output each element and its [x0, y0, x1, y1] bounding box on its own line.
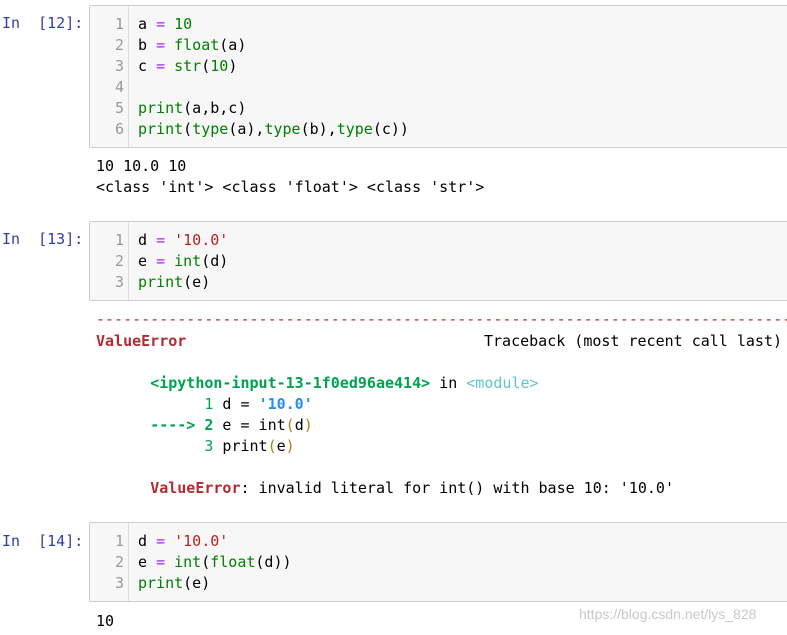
traceback-marker: [150, 437, 204, 455]
cell-prompt: In [14]:: [2, 532, 84, 550]
code-editor[interactable]: 1 2 3 4 5 6 a = 10 b = float(a) c = str(…: [89, 5, 787, 148]
traceback-final-error: ValueError: invalid literal for int() wi…: [96, 457, 674, 497]
line-number: 3: [114, 57, 124, 75]
line-number-gutter: 1 2 3: [90, 222, 129, 300]
traceback-code-line: 3 print(e): [96, 415, 294, 455]
line-number: 6: [114, 120, 124, 138]
cell-output-line: 10 10.0 10: [96, 157, 187, 175]
traceback-separator: ----------------------------------------…: [96, 310, 787, 328]
cell-output-line: 10: [96, 612, 115, 630]
line-number: 4: [114, 78, 124, 96]
traceback-line-text: print(e): [213, 437, 295, 455]
cell-prompt: In [12]:: [2, 14, 84, 32]
code-line: print(e): [138, 574, 211, 592]
code-line: c = str(10): [138, 57, 238, 75]
line-number: 5: [114, 99, 124, 117]
traceback-error-name: ValueError: [96, 332, 187, 350]
traceback-location: <ipython-input-13-1f0ed96ae414> in <modu…: [96, 352, 538, 392]
line-number: 1: [114, 231, 124, 249]
traceback-module: <module>: [466, 374, 539, 392]
line-number: 3: [114, 574, 124, 592]
line-number: 1: [114, 532, 124, 550]
code-line: e = int(float(d)): [138, 553, 292, 571]
traceback-code-line-current: ----> 2 e = int(d): [96, 394, 313, 434]
line-number-gutter: 1 2 3: [90, 523, 129, 601]
code-line: b = float(a): [138, 36, 247, 54]
line-number: 2: [114, 36, 124, 54]
traceback-code-line: 1 d = '10.0': [96, 373, 312, 413]
code-line: d = '10.0': [138, 231, 229, 249]
final-error-message: : invalid literal for int() with base 10…: [240, 479, 674, 497]
line-number: 1: [114, 15, 124, 33]
final-error-name: ValueError: [150, 479, 241, 497]
cell-prompt: In [13]:: [2, 230, 84, 248]
code-line: e = int(d): [138, 252, 229, 270]
line-number: 2: [114, 252, 124, 270]
cell-output-line: <class 'int'> <class 'float'> <class 'st…: [96, 178, 485, 196]
code-line: d = '10.0': [138, 532, 229, 550]
line-number: 2: [114, 553, 124, 571]
code-line: print(type(a),type(b),type(c)): [138, 120, 409, 138]
code-line: print(a,b,c): [138, 99, 247, 117]
code-editor[interactable]: 1 2 3 d = '10.0' e = int(d) print(e): [89, 221, 787, 301]
traceback-header: Traceback (most recent call last): [484, 332, 783, 350]
line-number-gutter: 1 2 3 4 5 6: [90, 6, 129, 147]
traceback-in-word: in: [430, 374, 467, 392]
code-editor[interactable]: 1 2 3 d = '10.0' e = int(float(d)) print…: [89, 522, 787, 602]
code-line: a = 10: [138, 15, 193, 33]
watermark-text: https://blog.csdn.net/lys_828: [579, 606, 757, 622]
line-number: 3: [114, 273, 124, 291]
code-line: print(e): [138, 273, 211, 291]
